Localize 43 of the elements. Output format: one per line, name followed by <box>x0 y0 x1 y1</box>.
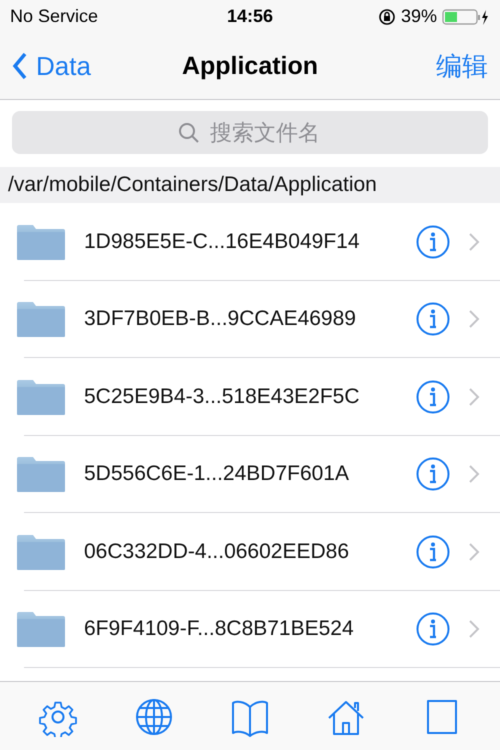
folder-row[interactable]: 06C332DD-4...06602EED86 <box>0 513 500 590</box>
screen-title: Application <box>182 52 318 80</box>
folder-name: 1D985E5E-C...16E4B049F14 <box>84 230 361 254</box>
folder-name: 5C25E9B4-3...518E43E2F5C <box>84 384 361 409</box>
folder-name: 5D556C6E-1...24BD7F601A <box>84 462 350 486</box>
info-icon[interactable] <box>416 224 450 259</box>
chevron-icon <box>468 464 480 484</box>
path-text: /var/mobile/Containers/Data/Application <box>8 173 377 196</box>
folder-row[interactable]: 1D985E5E-C...16E4B049F14 <box>0 203 500 280</box>
folder-row[interactable]: 5C25E9B4-3...518E43E2F5C <box>0 358 500 436</box>
folder-icon <box>16 222 66 261</box>
folder-row[interactable]: 3DF7B0EB-B...9CCAE46989 <box>0 280 500 358</box>
back-button[interactable]: Data <box>12 50 91 82</box>
chevron-icon <box>468 619 480 640</box>
chevron-icon <box>468 232 480 252</box>
folder-icon <box>16 610 66 648</box>
folder-name: 06C332DD-4...06602EED86 <box>84 540 350 564</box>
info-icon[interactable] <box>416 612 450 646</box>
info-icon[interactable] <box>416 302 450 336</box>
rotation-lock-icon <box>378 8 396 26</box>
battery-percentage: 39% <box>400 6 437 27</box>
search-icon <box>178 122 200 144</box>
folder-icon <box>16 455 66 494</box>
search-field[interactable]: 搜索文件名 <box>12 111 488 154</box>
folder-icon <box>16 300 66 338</box>
battery-charging-icon <box>442 6 490 26</box>
globe-icon[interactable] <box>134 697 174 737</box>
folder-name: 3DF7B0EB-B...9CCAE46989 <box>84 307 357 332</box>
chevron-icon <box>468 542 480 562</box>
chevron-icon <box>468 386 480 407</box>
back-chevron-icon <box>12 52 28 80</box>
chevron-icon <box>468 309 480 330</box>
info-icon[interactable] <box>416 534 450 569</box>
carrier-text: No Service <box>10 6 98 27</box>
folder-row[interactable]: 6F9F4109-F...8C8B71BE524 <box>0 590 500 668</box>
info-icon[interactable] <box>416 457 450 492</box>
folder-row[interactable]: 5D556C6E-1...24BD7F601A <box>0 436 500 513</box>
folder-icon <box>16 532 66 571</box>
folder-icon <box>16 378 66 416</box>
edit-button[interactable]: 编辑 <box>436 48 488 84</box>
info-icon[interactable] <box>416 380 450 414</box>
clock-time: 14:56 <box>226 6 274 27</box>
folder-name: 6F9F4109-F...8C8B71BE524 <box>84 617 355 642</box>
